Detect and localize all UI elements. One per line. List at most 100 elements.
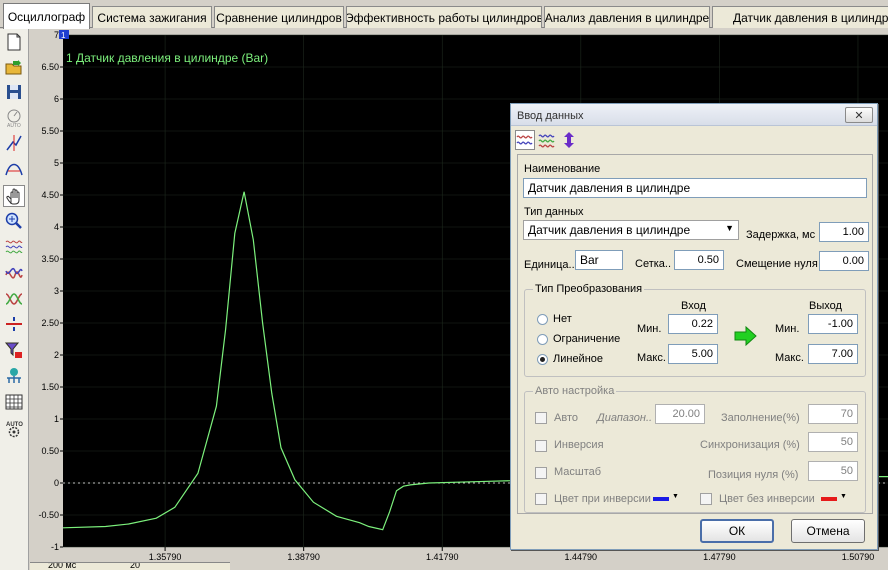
x-tick-label: 1.50790: [842, 552, 875, 562]
auto-icon[interactable]: AUTO: [3, 107, 25, 129]
grid-field[interactable]: 0.50: [674, 250, 724, 270]
dialog-toolbar: [515, 128, 875, 152]
in-max-label: Макс.: [637, 352, 666, 364]
cursor-icon[interactable]: [3, 313, 25, 335]
y-tick-label: 7: [54, 30, 59, 40]
zoom-icon[interactable]: [3, 210, 25, 232]
zero-pos-field[interactable]: 50: [808, 461, 858, 481]
dialog-panel: Наименование Датчик давления в цилиндре …: [517, 154, 873, 514]
tab-pressure-analysis[interactable]: Анализ давления в цилиндре: [544, 6, 710, 28]
new-file-icon[interactable]: [3, 31, 25, 53]
range-field[interactable]: 20.00: [655, 404, 705, 424]
tab-cylinder-efficiency[interactable]: Эффективность работы цилиндров: [346, 6, 542, 28]
oscilloscope-app: Осциллограф Система зажигания Сравнение …: [0, 0, 888, 570]
color-invert-picker[interactable]: ▼: [653, 493, 681, 504]
color-invert-label: Цвет при инверсии: [554, 493, 651, 505]
unit-field[interactable]: Bar: [575, 250, 623, 270]
open-folder-icon[interactable]: [3, 57, 25, 79]
radio-linear[interactable]: [537, 354, 548, 365]
network-icon[interactable]: [3, 365, 25, 387]
offset-label: Смещение нуля: [736, 258, 818, 270]
in-max-field[interactable]: 5.00: [668, 344, 718, 364]
peak-icon[interactable]: [3, 158, 25, 180]
tab-label: Система зажигания: [97, 10, 207, 25]
radio-linear-label: Линейное: [553, 353, 604, 365]
table-icon[interactable]: [3, 391, 25, 413]
scale-arrows-icon[interactable]: [559, 130, 579, 150]
data-type-select[interactable]: Датчик давления в цилиндре ▼: [523, 220, 739, 240]
tab-cylinder-comparison[interactable]: Сравнение цилиндров: [214, 6, 344, 28]
y-tick-label: 5: [54, 158, 59, 168]
invert-checkbox[interactable]: [535, 440, 547, 452]
out-min-field[interactable]: -1.00: [808, 314, 858, 334]
filter-icon[interactable]: [3, 339, 25, 361]
y-tick-label: 6: [54, 94, 59, 104]
unit-label: Единица..: [524, 259, 575, 271]
y-tick-label: 0.50: [41, 446, 59, 456]
grid-label: Сетка..: [635, 258, 672, 270]
color-invert-checkbox[interactable]: [535, 493, 547, 505]
x-tick-label: 1.44790: [565, 552, 598, 562]
scale-checkbox[interactable]: [535, 467, 547, 479]
auto-settings-title: Авто настройка: [533, 385, 617, 397]
close-icon[interactable]: ✕: [845, 107, 873, 123]
auto-checkbox[interactable]: [535, 412, 547, 424]
delay-field[interactable]: 1.00: [819, 222, 869, 242]
auto-checkbox-label: Авто: [554, 412, 578, 424]
fill-field[interactable]: 70: [808, 404, 858, 424]
tab-label: Датчик давления в цилиндре: [733, 10, 888, 25]
out-min-label: Мин.: [775, 323, 800, 335]
bottom-status-bar: 200 мс 20: [30, 562, 230, 570]
in-min-field[interactable]: 0.22: [668, 314, 718, 334]
radio-none[interactable]: [537, 314, 548, 325]
radio-limit[interactable]: [537, 334, 548, 345]
tab-ignition-system[interactable]: Система зажигания: [92, 6, 212, 28]
cancel-button[interactable]: Отмена: [791, 519, 865, 543]
name-field[interactable]: Датчик давления в цилиндре: [523, 178, 867, 198]
wave-alt-icon[interactable]: [537, 130, 557, 150]
conversion-group: Тип Преобразования Вход Выход Нет Ограни…: [524, 283, 866, 377]
y-tick-label: 5.50: [41, 126, 59, 136]
tab-oscilloscope[interactable]: Осциллограф: [3, 3, 90, 29]
offset-field[interactable]: 0.00: [819, 251, 869, 271]
radio-none-label: Нет: [553, 313, 572, 325]
y-tick-label: 3: [54, 286, 59, 296]
auto-settings-group: Авто настройка Авто Диапазон.. 20.00 Зап…: [524, 385, 866, 513]
in-min-label: Мин.: [637, 323, 662, 335]
auto-settings-icon[interactable]: AUTO: [3, 418, 25, 440]
tab-label: Эффективность работы цилиндров: [346, 10, 542, 25]
chevron-down-icon: ▼: [725, 223, 734, 233]
out-max-label: Макс.: [775, 352, 804, 364]
tab-label: Осциллограф: [7, 9, 86, 24]
out-max-field[interactable]: 7.00: [808, 344, 858, 364]
color-noinvert-label: Цвет без инверсии: [719, 493, 815, 505]
channels-icon[interactable]: [3, 236, 25, 258]
tab-label: Анализ давления в цилиндре: [544, 10, 710, 25]
y-tick-label: 4.50: [41, 190, 59, 200]
output-label: Выход: [809, 300, 842, 312]
dialog-title: Ввод данных: [511, 104, 877, 126]
save-icon[interactable]: [3, 81, 25, 103]
x-tick-label: 1.47790: [703, 552, 736, 562]
ok-button[interactable]: ОК: [700, 519, 774, 543]
channel-cross-icon[interactable]: [3, 288, 25, 310]
y-tick-label: 2: [54, 350, 59, 360]
color-noinvert-picker[interactable]: ▼: [821, 493, 849, 504]
invert-label: Инверсия: [554, 439, 604, 451]
y-tick-label: 3.50: [41, 254, 59, 264]
channel-wave-icon[interactable]: [3, 262, 25, 284]
data-type-value: Датчик давления в цилиндре: [528, 223, 691, 237]
sync-field[interactable]: 50: [808, 432, 858, 452]
auto-label: AUTO: [6, 422, 23, 428]
tab-pressure-sensor[interactable]: Датчик давления в цилиндре: [712, 6, 888, 28]
measure-icon[interactable]: [3, 132, 25, 154]
left-toolbar: AUTO AUTO: [0, 29, 29, 570]
volts-value: 20: [130, 562, 141, 570]
hand-icon[interactable]: [3, 185, 25, 207]
chevron-down-icon: ▼: [672, 493, 679, 500]
wave-icon[interactable]: [515, 130, 535, 150]
y-tick-label: 1: [54, 414, 59, 424]
color-noinvert-checkbox[interactable]: [700, 493, 712, 505]
name-label: Наименование: [524, 163, 601, 175]
range-label: Диапазон..: [597, 412, 653, 424]
